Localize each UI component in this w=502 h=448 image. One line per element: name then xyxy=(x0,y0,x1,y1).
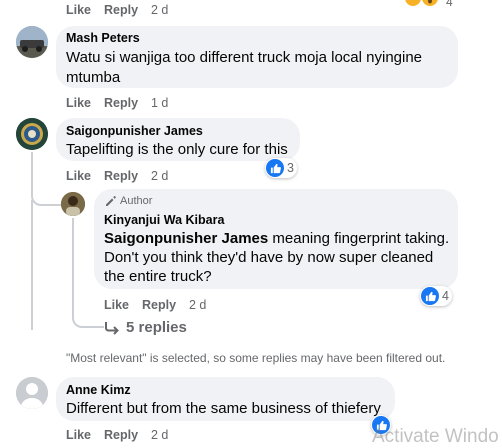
reply-arrow-icon xyxy=(105,321,119,335)
comment-time[interactable]: 2 d xyxy=(189,298,206,312)
comment-text-line: Saigonpunisher James meaning fingerprint… xyxy=(104,229,449,249)
reaction-badge[interactable]: 4 xyxy=(420,286,452,306)
reply-button[interactable]: Reply xyxy=(104,96,138,110)
like-button[interactable]: Like xyxy=(66,169,91,183)
thread-line xyxy=(31,152,63,206)
comment-text-line: Watu si wanjiga too different truck moja… xyxy=(66,49,423,66)
comment-bubble: Author Kinyanjui Wa Kibara Saigonpunishe… xyxy=(94,189,458,289)
like-button[interactable]: Like xyxy=(66,428,91,442)
comment-time[interactable]: 2 d xyxy=(151,169,168,183)
avatar[interactable] xyxy=(16,118,48,150)
activation-watermark: Activate Windo xyxy=(372,426,499,447)
reaction-emoji-icons xyxy=(405,0,438,6)
reply-button[interactable]: Reply xyxy=(142,298,176,312)
comment-text: Tapelifting is the only cure for this xyxy=(66,141,288,158)
view-replies-label: 5 replies xyxy=(126,319,187,336)
comment-author[interactable]: Anne Kimz xyxy=(66,383,131,397)
like-button[interactable]: Like xyxy=(104,298,129,312)
comment-author[interactable]: Saigonpunisher James xyxy=(66,124,203,138)
comment-time[interactable]: 2 d xyxy=(151,3,168,17)
comment-text: meaning fingerprint taking. xyxy=(268,230,450,247)
comment-author[interactable]: Mash Peters xyxy=(66,31,140,45)
like-button[interactable]: Like xyxy=(66,3,91,17)
avatar-image xyxy=(16,26,48,58)
reaction-badge[interactable]: 3 xyxy=(265,158,297,178)
reaction-summary[interactable]: 4 xyxy=(404,0,453,10)
comment-text-line: Don't you think they'd have by now super… xyxy=(104,249,434,266)
author-badge: Author xyxy=(104,195,152,207)
thumbs-up-icon xyxy=(266,159,284,177)
comment-time[interactable]: 2 d xyxy=(151,428,168,442)
default-avatar-icon xyxy=(16,377,48,409)
thread-line xyxy=(31,200,35,330)
comment-bubble: Anne Kimz Different but from the same bu… xyxy=(56,377,395,421)
avatar[interactable] xyxy=(61,192,85,216)
comment-text-line: the entire truck? xyxy=(104,268,212,285)
reply-button[interactable]: Reply xyxy=(104,428,138,442)
avatar[interactable] xyxy=(16,26,48,58)
filter-notice: "Most relevant" is selected, so some rep… xyxy=(66,351,446,365)
reply-button[interactable]: Reply xyxy=(104,3,138,17)
pencil-icon xyxy=(106,196,116,206)
avatar[interactable] xyxy=(16,377,48,409)
comment-text-line: mtumba xyxy=(66,69,121,86)
thumbs-up-icon xyxy=(421,287,439,305)
comment-bubble: Mash Peters Watu si wanjiga too differen… xyxy=(56,26,458,88)
mention-link[interactable]: Saigonpunisher James xyxy=(104,230,268,247)
reaction-count: 4 xyxy=(442,289,449,303)
comment-text: Different but from the same business of … xyxy=(66,400,381,417)
avatar-image xyxy=(16,118,48,150)
comment-author[interactable]: Kinyanjui Wa Kibara xyxy=(104,213,224,227)
reaction-count: 4 xyxy=(446,0,453,9)
comment-time[interactable]: 1 d xyxy=(151,96,168,110)
like-button[interactable]: Like xyxy=(66,96,91,110)
author-badge-label: Author xyxy=(120,195,153,207)
reaction-count: 3 xyxy=(287,161,294,175)
comment-bubble: Saigonpunisher James Tapelifting is the … xyxy=(56,118,300,161)
view-replies-link[interactable]: 5 replies xyxy=(104,319,187,336)
reply-button[interactable]: Reply xyxy=(104,169,138,183)
avatar-image xyxy=(61,192,85,216)
